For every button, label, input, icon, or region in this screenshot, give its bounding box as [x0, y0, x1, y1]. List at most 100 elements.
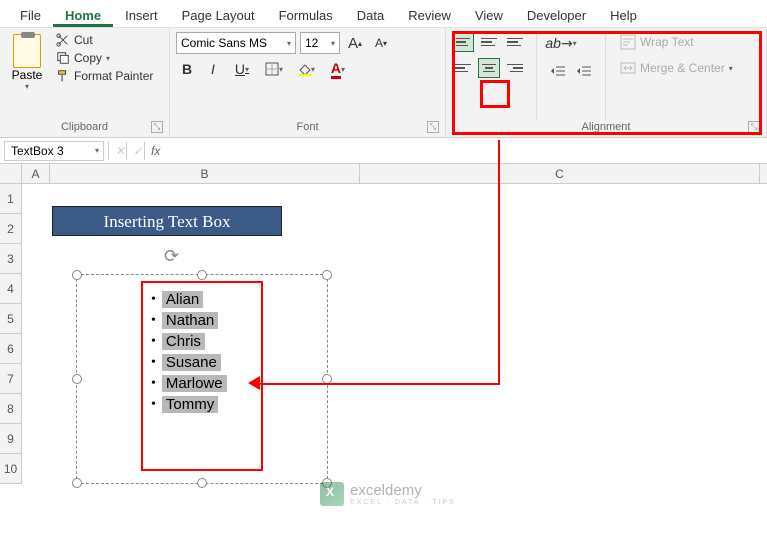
increase-indent-button[interactable]: [573, 60, 595, 82]
tab-view[interactable]: View: [463, 4, 515, 27]
paste-button[interactable]: Paste ▾: [6, 32, 48, 119]
cut-button[interactable]: Cut: [52, 32, 157, 48]
list-item: Nathan: [143, 310, 261, 331]
scissors-icon: [56, 33, 70, 47]
align-middle-button[interactable]: [478, 32, 500, 52]
chevron-down-icon: ▾: [331, 39, 335, 48]
cut-label: Cut: [74, 33, 93, 47]
list-item: Chris: [143, 331, 261, 352]
copy-icon: [56, 51, 70, 65]
row-header[interactable]: 8: [0, 394, 21, 424]
indent-icon: [577, 65, 591, 77]
font-size-select[interactable]: 12▾: [300, 32, 340, 54]
annotation-arrow: [498, 140, 500, 385]
row-header[interactable]: 6: [0, 334, 21, 364]
row-header[interactable]: 2: [0, 214, 21, 244]
title-banner: Inserting Text Box: [52, 206, 282, 236]
copy-label: Copy: [74, 51, 102, 65]
chevron-down-icon: ▾: [25, 82, 29, 91]
align-center-button[interactable]: [478, 58, 500, 78]
format-painter-button[interactable]: Format Painter: [52, 68, 157, 84]
highlight-textbox-content: Alian Nathan Chris Susane Marlowe Tommy: [141, 281, 263, 471]
underline-button[interactable]: U ▾: [228, 58, 256, 80]
ribbon-tabs: File Home Insert Page Layout Formulas Da…: [0, 0, 767, 28]
row-header[interactable]: 3: [0, 244, 21, 274]
tab-insert[interactable]: Insert: [113, 4, 170, 27]
merge-icon: [620, 60, 636, 76]
dialog-launcher-icon[interactable]: ⤡: [151, 121, 163, 133]
align-right-button[interactable]: [504, 58, 526, 78]
row-header[interactable]: 4: [0, 274, 21, 304]
decrease-indent-button[interactable]: [547, 60, 569, 82]
border-icon: [265, 62, 279, 76]
row-header[interactable]: 10: [0, 454, 21, 484]
annotation-arrow-head: [248, 376, 260, 390]
row-header[interactable]: 5: [0, 304, 21, 334]
rotate-handle-icon[interactable]: ⟳: [164, 246, 179, 267]
row-header[interactable]: 9: [0, 424, 21, 454]
tab-formulas[interactable]: Formulas: [267, 4, 345, 27]
formula-input[interactable]: [162, 141, 767, 161]
outdent-icon: [551, 65, 565, 77]
col-header-b[interactable]: B: [50, 164, 360, 183]
group-label-font: Font⤡: [176, 119, 439, 135]
row-header[interactable]: 1: [0, 184, 21, 214]
merge-center-button[interactable]: Merge & Center ▾: [616, 58, 737, 78]
tab-data[interactable]: Data: [345, 4, 396, 27]
tab-developer[interactable]: Developer: [515, 4, 598, 27]
wrap-text-icon: [620, 34, 636, 50]
chevron-down-icon: ▾: [287, 39, 291, 48]
bullet-list: Alian Nathan Chris Susane Marlowe Tommy: [143, 283, 261, 421]
tab-page-layout[interactable]: Page Layout: [170, 4, 267, 27]
cancel-icon[interactable]: ✕: [108, 142, 126, 160]
col-header-a[interactable]: A: [22, 164, 50, 183]
row-header[interactable]: 7: [0, 364, 21, 394]
name-box[interactable]: TextBox 3▾: [4, 141, 104, 161]
wrap-text-button[interactable]: Wrap Text: [616, 32, 737, 52]
chevron-down-icon: ▾: [106, 54, 110, 63]
group-label-alignment: Alignment⤡: [452, 119, 760, 135]
italic-button[interactable]: I: [202, 58, 224, 80]
col-header-c[interactable]: C: [360, 164, 760, 183]
brush-icon: [56, 69, 70, 83]
align-bottom-button[interactable]: [504, 32, 526, 52]
fx-icon[interactable]: fx: [144, 142, 162, 160]
fill-color-button[interactable]: ▾: [292, 58, 320, 80]
align-left-button[interactable]: [452, 58, 474, 78]
group-alignment: ab↗ ▾ Wrap Text Merge & Center ▾: [446, 28, 767, 137]
worksheet-grid: A B C 1 2 3 4 5 6 7 8 9 10 Inserting Tex…: [0, 164, 767, 484]
watermark-icon: [320, 482, 344, 506]
increase-font-button[interactable]: A▴: [344, 32, 366, 54]
dialog-launcher-icon[interactable]: ⤡: [427, 121, 439, 133]
list-item: Marlowe: [143, 373, 261, 394]
font-color-button[interactable]: A ▾: [324, 58, 352, 80]
list-item: Susane: [143, 352, 261, 373]
resize-handle[interactable]: [72, 478, 82, 488]
wrap-text-label: Wrap Text: [640, 35, 694, 49]
borders-button[interactable]: ▾: [260, 58, 288, 80]
bucket-icon: [297, 62, 311, 76]
decrease-font-button[interactable]: A▾: [370, 32, 392, 54]
select-all-corner[interactable]: [0, 164, 22, 183]
resize-handle[interactable]: [72, 270, 82, 280]
enter-icon[interactable]: ✓: [126, 142, 144, 160]
tab-help[interactable]: Help: [598, 4, 649, 27]
tab-home[interactable]: Home: [53, 4, 113, 27]
merge-center-label: Merge & Center: [640, 61, 725, 75]
textbox-shape[interactable]: Alian Nathan Chris Susane Marlowe Tommy: [76, 274, 328, 484]
resize-handle[interactable]: [197, 478, 207, 488]
list-item: Tommy: [143, 394, 261, 415]
resize-handle[interactable]: [197, 270, 207, 280]
list-item: Alian: [143, 289, 261, 310]
dialog-launcher-icon[interactable]: ⤡: [748, 121, 760, 133]
font-name-select[interactable]: Comic Sans MS▾: [176, 32, 296, 54]
bold-button[interactable]: B: [176, 58, 198, 80]
resize-handle[interactable]: [322, 270, 332, 280]
tab-review[interactable]: Review: [396, 4, 463, 27]
copy-button[interactable]: Copy ▾: [52, 50, 157, 66]
tab-file[interactable]: File: [8, 4, 53, 27]
resize-handle[interactable]: [72, 374, 82, 384]
orientation-button[interactable]: ab↗ ▾: [547, 32, 575, 54]
align-top-button[interactable]: [452, 32, 474, 52]
chevron-down-icon: ▾: [95, 146, 99, 155]
